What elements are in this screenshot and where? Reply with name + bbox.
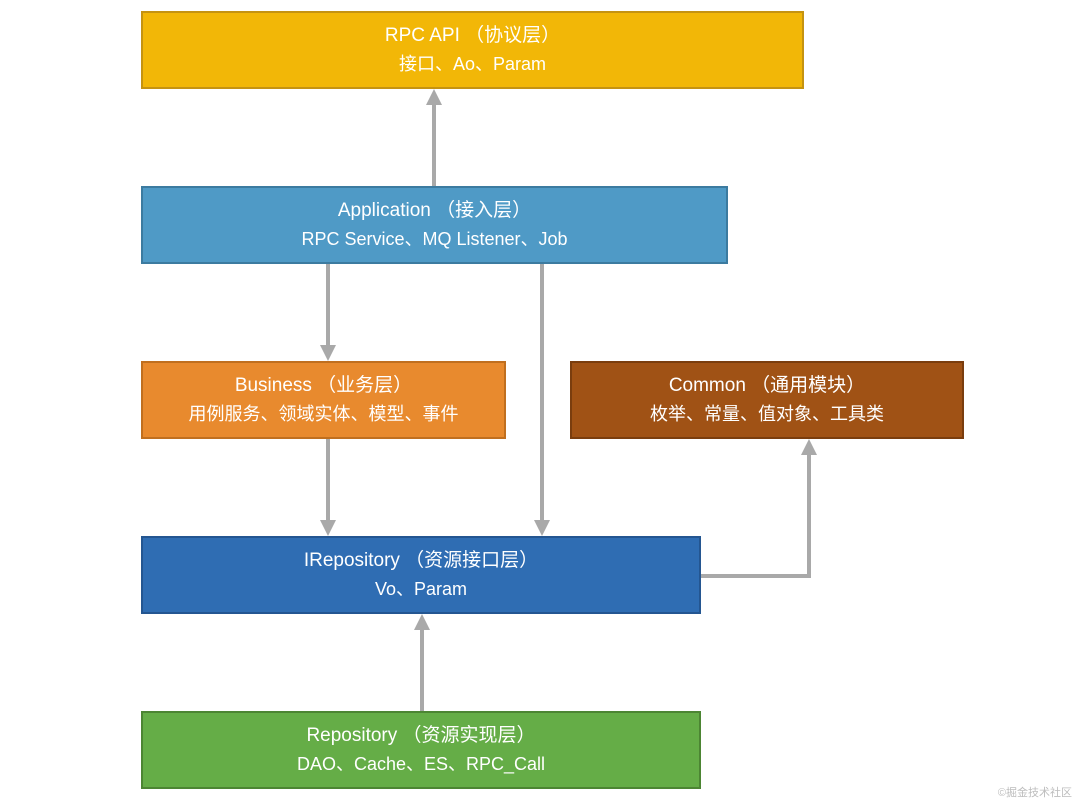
- layer-common: Common （通用模块） 枚举、常量、值对象、工具类: [570, 361, 964, 439]
- layer-sub: DAO、Cache、ES、RPC_Call: [297, 751, 545, 778]
- arrow-app-to-irepo: [540, 264, 544, 520]
- arrow-head-up-icon: [414, 614, 430, 630]
- layer-title: IRepository （资源接口层）: [304, 547, 538, 576]
- layer-sub: 用例服务、领域实体、模型、事件: [189, 401, 459, 428]
- layer-repository: Repository （资源实现层） DAO、Cache、ES、RPC_Call: [141, 711, 701, 789]
- layer-title: Business （业务层）: [235, 372, 412, 401]
- layer-business: Business （业务层） 用例服务、领域实体、模型、事件: [141, 361, 506, 439]
- layer-title: Application （接入层）: [338, 197, 531, 226]
- arrow-head-up-icon: [801, 439, 817, 455]
- arrow-app-to-business: [326, 264, 330, 345]
- layer-rpc-api: RPC API （协议层） 接口、Ao、Param: [141, 11, 804, 89]
- layer-sub: 枚举、常量、值对象、工具类: [650, 401, 884, 428]
- layer-sub: RPC Service、MQ Listener、Job: [301, 226, 567, 253]
- arrow-business-to-irepo: [326, 439, 330, 520]
- layer-sub: Vo、Param: [375, 576, 467, 603]
- layer-title: RPC API （协议层）: [385, 22, 560, 51]
- arrow-head-down-icon: [320, 520, 336, 536]
- arrow-app-to-rpcapi: [432, 105, 436, 186]
- arrow-head-up-icon: [426, 89, 442, 105]
- arrow-head-down-icon: [320, 345, 336, 361]
- watermark: ©掘金技术社区: [998, 784, 1072, 800]
- layer-sub: 接口、Ao、Param: [399, 51, 546, 78]
- layer-title: Repository （资源实现层）: [306, 722, 535, 751]
- arrow-irepo-to-common-v: [807, 455, 811, 578]
- arrow-irepo-to-common-h: [701, 574, 811, 578]
- layer-title: Common （通用模块）: [669, 372, 865, 401]
- arrow-repo-to-irepo: [420, 630, 424, 711]
- layer-irepository: IRepository （资源接口层） Vo、Param: [141, 536, 701, 614]
- arrow-head-down-icon: [534, 520, 550, 536]
- layer-application: Application （接入层） RPC Service、MQ Listene…: [141, 186, 728, 264]
